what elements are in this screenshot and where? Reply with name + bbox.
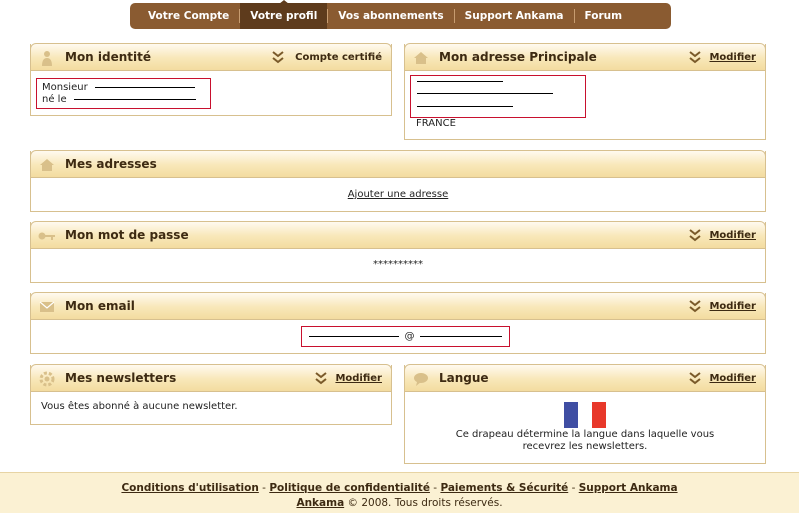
identity-fields: Monsieur né le <box>36 78 211 109</box>
chevron-down-icon[interactable] <box>689 299 701 313</box>
email-field: @ <box>301 326 510 347</box>
email-header: Mon email Modifier <box>30 292 766 320</box>
identity-title: Mon identité <box>65 50 152 64</box>
gear-icon <box>38 371 56 387</box>
tab-support-ankama[interactable]: Support Ankama <box>455 3 574 29</box>
flag-red-stripe <box>592 402 606 428</box>
address-redacted-line-2 <box>417 93 553 94</box>
speech-bubble-icon <box>412 371 430 387</box>
modify-language-link[interactable]: Modifier <box>709 373 756 384</box>
birthdate-label: né le <box>42 94 67 105</box>
tab-vos-abonnements[interactable]: Vos abonnements <box>328 3 453 29</box>
main-address-header: Mon adresse Principale Modifier <box>404 43 766 71</box>
tab-votre-profil[interactable]: Votre profil <box>240 0 328 29</box>
main-address-panel: Mon adresse Principale Modifier FRANCE <box>404 43 766 140</box>
footer-brand-link[interactable]: Ankama <box>296 497 344 509</box>
identity-panel: Mon identité Compte certifié Monsieur né… <box>30 43 392 116</box>
modify-email-link[interactable]: Modifier <box>709 301 756 312</box>
newsletters-status: Vous êtes abonné à aucune newsletter. <box>41 401 238 412</box>
newsletters-header: Mes newsletters Modifier <box>30 364 392 392</box>
addresses-panel: Mes adresses Ajouter une adresse <box>30 150 766 212</box>
address-country: FRANCE <box>416 118 456 129</box>
email-panel: Mon email Modifier @ <box>30 292 766 354</box>
france-flag-icon <box>564 402 606 428</box>
top-navigation: Votre Compte Votre profil Vos abonnement… <box>130 0 671 29</box>
password-title: Mon mot de passe <box>65 228 189 242</box>
language-panel: Langue Modifier Ce drapeau détermine la … <box>404 364 766 464</box>
key-icon <box>38 228 56 244</box>
footer-link-payments[interactable]: Paiements & Sécurité <box>440 482 568 494</box>
footer-separator: - <box>571 482 576 494</box>
modify-newsletters-link[interactable]: Modifier <box>335 373 382 384</box>
footer-link-terms[interactable]: Conditions d'utilisation <box>121 482 258 494</box>
birthdate-redacted-line <box>73 98 196 100</box>
chevron-down-icon[interactable] <box>689 371 701 385</box>
password-panel: Mon mot de passe Modifier ********** <box>30 221 766 283</box>
identity-header: Mon identité Compte certifié <box>30 43 392 71</box>
tab-forum[interactable]: Forum <box>575 3 633 29</box>
footer-separator: - <box>433 482 438 494</box>
flag-blue-stripe <box>564 402 578 428</box>
modify-password-link[interactable]: Modifier <box>709 230 756 241</box>
main-address-title: Mon adresse Principale <box>439 50 597 64</box>
footer-links: Conditions d'utilisation - Politique de … <box>0 482 799 494</box>
footer-link-support[interactable]: Support Ankama <box>579 482 678 494</box>
name-redacted-line <box>94 86 195 88</box>
house-icon <box>412 50 430 66</box>
footer: Conditions d'utilisation - Politique de … <box>0 472 799 513</box>
addresses-title: Mes adresses <box>65 157 157 171</box>
copyright-text: © 2008. Tous droits réservés. <box>347 497 503 509</box>
language-title: Langue <box>439 371 489 385</box>
email-domain-redacted <box>419 335 502 337</box>
language-header: Langue Modifier <box>404 364 766 392</box>
email-at-sign: @ <box>404 331 415 342</box>
chevron-down-icon[interactable] <box>689 50 701 64</box>
chevron-down-icon[interactable] <box>272 50 284 64</box>
civility-label: Monsieur <box>42 82 88 93</box>
add-address-link[interactable]: Ajouter une adresse <box>348 189 449 200</box>
modify-address-link[interactable]: Modifier <box>709 52 756 63</box>
flag-white-stripe <box>578 402 592 428</box>
newsletters-panel: Mes newsletters Modifier Vous êtes abonn… <box>30 364 392 425</box>
email-user-redacted <box>309 335 400 337</box>
envelope-icon <box>38 299 56 315</box>
house-icon <box>38 157 56 173</box>
addresses-header: Mes adresses <box>30 150 766 178</box>
chevron-down-icon[interactable] <box>315 371 327 385</box>
address-fields <box>410 75 586 118</box>
language-description: Ce drapeau détermine la langue dans laqu… <box>455 429 715 452</box>
tab-votre-compte[interactable]: Votre Compte <box>138 3 239 29</box>
address-redacted-line-1 <box>417 81 503 82</box>
address-redacted-line-3 <box>417 106 513 107</box>
masked-password: ********** <box>373 259 423 270</box>
email-title: Mon email <box>65 299 135 313</box>
password-header: Mon mot de passe Modifier <box>30 221 766 249</box>
footer-link-privacy[interactable]: Politique de confidentialité <box>269 482 430 494</box>
newsletters-title: Mes newsletters <box>65 371 177 385</box>
certified-account-badge: Compte certifié <box>295 52 382 63</box>
person-icon <box>38 50 56 66</box>
chevron-down-icon[interactable] <box>689 228 701 242</box>
footer-separator: - <box>262 482 266 494</box>
footer-copyright: Ankama © 2008. Tous droits réservés. <box>0 497 799 509</box>
